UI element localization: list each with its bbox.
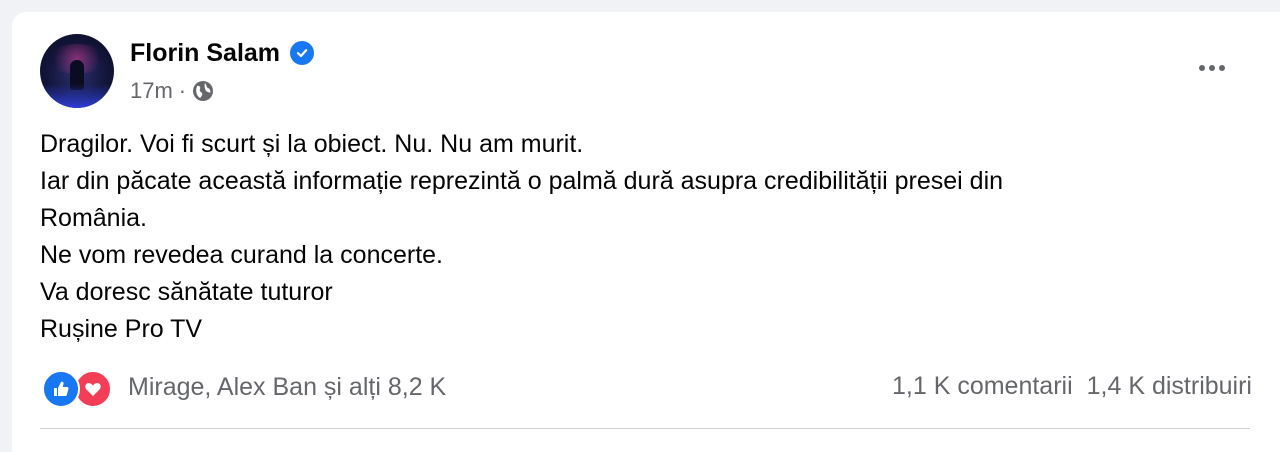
post-timestamp[interactable]: 17m: [130, 78, 173, 104]
post-line: Ne vom revedea curand la concerte.: [40, 241, 443, 269]
post-card: Florin Salam 17m · Dragilor. Voi fi scur…: [12, 12, 1280, 452]
post-text: Dragilor. Voi fi scurt și la obiect. Nu.…: [40, 126, 1240, 348]
like-icon: [42, 370, 80, 408]
divider: [40, 428, 1250, 429]
more-options-button[interactable]: [1192, 56, 1232, 80]
verified-badge-icon: [290, 41, 315, 65]
author-row: Florin Salam: [130, 38, 315, 68]
comments-count[interactable]: 1,1 K comentarii: [892, 372, 1073, 401]
post-line: Dragilor. Voi fi scurt și la obiect. Nu.…: [40, 130, 584, 158]
post-line: România.: [40, 204, 147, 232]
shares-count[interactable]: 1,4 K distribuiri: [1087, 372, 1252, 401]
reactions-summary[interactable]: Mirage, Alex Ban și alți 8,2 K: [42, 368, 446, 408]
post-line: Iar din păcate această informație reprez…: [40, 167, 1004, 195]
dot-icon: [1219, 65, 1225, 71]
meta-separator: ·: [178, 78, 187, 103]
post-line: Va doresc sănătate tuturor: [40, 278, 333, 306]
dot-icon: [1209, 65, 1215, 71]
post-meta: 17m ·: [130, 78, 214, 104]
author-name[interactable]: Florin Salam: [130, 38, 280, 68]
globe-icon[interactable]: [192, 80, 214, 102]
post-line: Rușine Pro TV: [40, 315, 203, 343]
reaction-icons: [42, 368, 114, 408]
author-avatar[interactable]: [40, 34, 114, 108]
reactions-text[interactable]: Mirage, Alex Ban și alți 8,2 K: [128, 373, 446, 402]
dot-icon: [1199, 65, 1205, 71]
post-stats: 1,1 K comentarii 1,4 K distribuiri: [892, 372, 1252, 401]
